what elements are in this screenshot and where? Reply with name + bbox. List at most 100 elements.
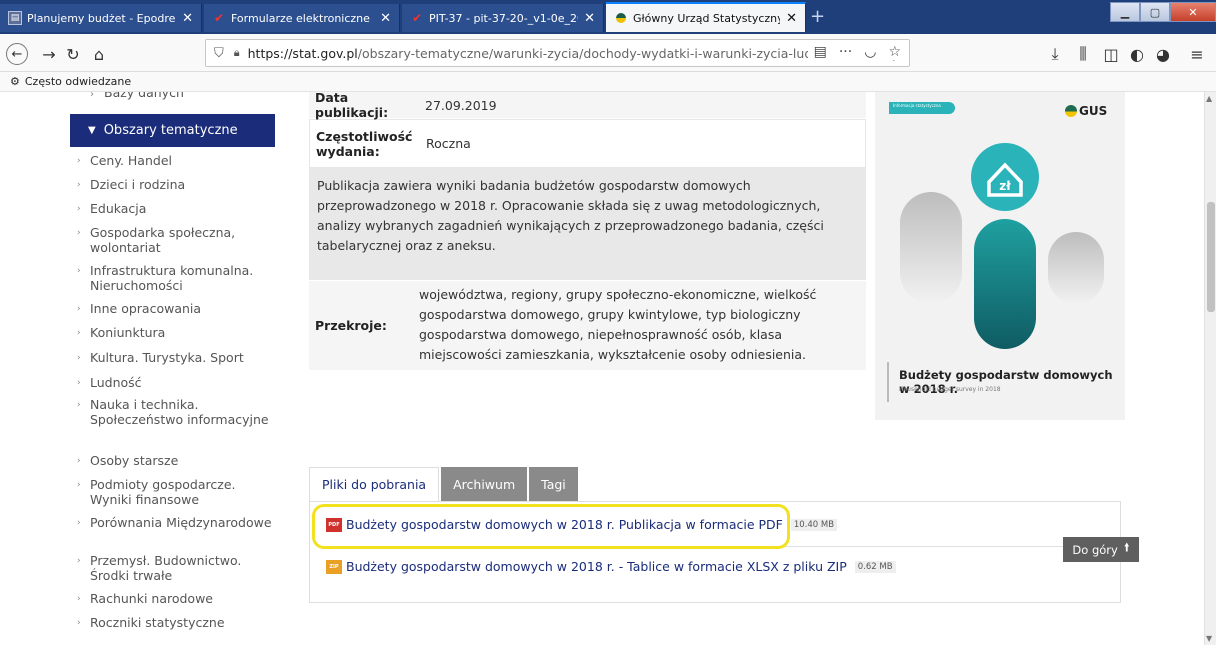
- sidebar-item-osoby-starsze[interactable]: › Osoby starsze: [70, 449, 275, 473]
- new-tab-button[interactable]: +: [810, 6, 825, 27]
- form-icon: ✔: [411, 11, 423, 25]
- bookmarks-bar: ⚙ Często odwiedzane: [0, 72, 1216, 92]
- cover-bar-gray: [900, 192, 962, 304]
- book-icon: ▤: [8, 11, 22, 25]
- sidebar-item-porownania[interactable]: › Porównania Międzynarodowe: [70, 511, 275, 549]
- publication-info-table: Data publikacji: 27.09.2019 Częstotliwoś…: [309, 92, 866, 371]
- sidebar-item-infrastruktura[interactable]: › Infrastruktura komunalna. Nieruchomości: [70, 259, 275, 297]
- chevron-right-icon: ›: [77, 594, 81, 604]
- sidebar-item-inne[interactable]: › Inne opracowania: [70, 297, 275, 321]
- browser-tab-formularze[interactable]: ✔ Formularze elektroniczne dla os ✕: [204, 4, 400, 32]
- close-icon[interactable]: ✕: [786, 11, 797, 26]
- chevron-right-icon: ›: [77, 304, 81, 314]
- maximize-button[interactable]: ▢: [1140, 2, 1170, 22]
- row-frequency: Częstotliwość wydania: Roczna: [309, 119, 866, 168]
- page-scrollbar[interactable]: ▲ ▼: [1204, 92, 1216, 645]
- close-icon[interactable]: ✕: [584, 11, 595, 26]
- sidebar-item-nauka[interactable]: › Nauka i technika. Społeczeństwo informa…: [70, 393, 275, 449]
- browser-tab-gus[interactable]: Główny Urząd Statystyczny / O ✕: [606, 2, 806, 32]
- sidebar-item-gospodarka[interactable]: › Gospodarka społeczna, wolontariat: [70, 221, 275, 259]
- tab-label: Główny Urząd Statystyczny / O: [633, 11, 781, 25]
- zip-file-icon: ZIP: [326, 559, 342, 574]
- chevron-right-icon: ›: [77, 518, 81, 528]
- sidebar-item-ludnosc[interactable]: › Ludność: [70, 371, 275, 393]
- sidebar-item-koniunktura[interactable]: › Koniunktura: [70, 321, 275, 346]
- tab-label: Formularze elektroniczne dla os: [231, 11, 374, 25]
- download-icon[interactable]: ⤓: [1044, 43, 1066, 65]
- sidebar-item-podmioty[interactable]: › Podmioty gospodarcze. Wyniki finansowe: [70, 473, 275, 511]
- cover-edge-line: [887, 362, 889, 402]
- sidebar-icon[interactable]: ◫: [1100, 43, 1122, 65]
- file-size-badge: 0.62 MB: [854, 560, 896, 573]
- sidebar-item-kultura[interactable]: › Kultura. Turystyka. Sport: [70, 346, 275, 371]
- annotation-highlight: [312, 504, 790, 549]
- sidebar-item-bazy-danych[interactable]: › Bazy danych: [90, 92, 184, 100]
- bookmark-often-visited[interactable]: Często odwiedzane: [25, 75, 131, 88]
- extension-2-icon[interactable]: ◕: [1152, 43, 1174, 65]
- browser-tab-pit37[interactable]: ✔ PIT-37 - pit-37-20-_v1-0e_2014. ✕: [402, 4, 604, 32]
- sidebar-item-ceny-handel[interactable]: › Ceny. Handel: [70, 149, 275, 173]
- bookmark-star-icon[interactable]: ☆: [888, 44, 901, 60]
- chevron-right-icon: ›: [77, 480, 81, 490]
- frequency-value: Roczna: [426, 136, 471, 151]
- tab-tagi[interactable]: Tagi: [529, 467, 578, 501]
- chevron-right-icon: ›: [77, 328, 81, 338]
- pocket-icon[interactable]: ◡: [864, 44, 876, 60]
- page-viewport: › Bazy danych ▼ Obszary tematyczne › Ceny.…: [0, 92, 1216, 645]
- date-value: 27.09.2019: [425, 97, 497, 113]
- form-icon: ✔: [213, 11, 225, 25]
- row-description: Publikacja zawiera wyniki badania budżet…: [309, 168, 866, 281]
- close-icon[interactable]: ✕: [182, 11, 193, 26]
- arrow-up-icon: 🠙: [1123, 540, 1130, 554]
- lock-icon: 🔒︎: [233, 46, 240, 59]
- download-link-zip[interactable]: ZIP Budżety gospodarstw domowych w 2018 …: [326, 559, 896, 574]
- url-bar[interactable]: ⛉ 🔒︎ https://stat.gov.pl /obszary-tematy…: [205, 39, 910, 67]
- publication-cover-image[interactable]: Informacja statystyczna GUS zł Budżety g…: [875, 92, 1125, 420]
- chevron-down-icon: ▼: [88, 125, 96, 136]
- sidebar-item-rachunki[interactable]: › Rachunki narodowe: [70, 587, 275, 611]
- sidebar-item-edukacja[interactable]: › Edukacja: [70, 197, 275, 221]
- library-icon[interactable]: ⫼: [1072, 43, 1094, 65]
- tab-pliki-do-pobrania[interactable]: Pliki do pobrania: [309, 467, 440, 501]
- reload-icon[interactable]: ↻: [62, 43, 84, 65]
- chevron-right-icon: ›: [77, 353, 81, 363]
- gear-icon: ⚙: [10, 75, 20, 88]
- house-label: zł: [999, 179, 1011, 193]
- sidebar-item-dzieci[interactable]: › Dzieci i rodzina: [70, 173, 275, 197]
- menu-icon[interactable]: ≡: [1186, 43, 1208, 65]
- browser-nav-bar: ← → ↻ ⌂ ⛉ 🔒︎ https://stat.gov.pl /obszar…: [0, 34, 1216, 72]
- sidebar-item-roczniki[interactable]: › Roczniki statystyczne: [70, 611, 275, 635]
- close-icon[interactable]: ✕: [380, 11, 391, 26]
- more-actions-icon[interactable]: ···: [839, 44, 852, 60]
- house-icon-circle: [971, 143, 1039, 211]
- chevron-right-icon: ›: [90, 92, 94, 100]
- przekroje-value: województwa, regiony, grupy społeczno-ek…: [419, 287, 817, 362]
- chevron-right-icon: ›: [77, 556, 81, 566]
- chevron-right-icon: ›: [77, 180, 81, 190]
- scroll-thumb[interactable]: [1207, 202, 1215, 312]
- back-arrow-icon[interactable]: ←: [6, 43, 28, 65]
- scroll-up-icon[interactable]: ▲: [1206, 94, 1212, 103]
- download-label[interactable]: Budżety gospodarstw domowych w 2018 r. -…: [346, 559, 847, 574]
- window-close-button[interactable]: ✕: [1170, 2, 1216, 22]
- reader-view-icon[interactable]: ▤: [814, 44, 827, 60]
- sidebar-item-obszary-tematyczne[interactable]: ▼ Obszary tematyczne: [70, 114, 275, 147]
- sidebar-item-przemysl[interactable]: › Przemysł. Budownictwo. Środki trwałe: [70, 549, 275, 587]
- tab-label: Planujemy budżet - Epodreczni: [27, 11, 176, 25]
- forward-arrow-icon[interactable]: →: [38, 43, 60, 65]
- browser-tab-epodreczniki[interactable]: ▤ Planujemy budżet - Epodreczni ✕: [0, 4, 202, 32]
- url-host: https://stat.gov.pl: [247, 45, 358, 61]
- chevron-right-icon: ›: [77, 378, 81, 388]
- scroll-down-icon[interactable]: ▼: [1206, 634, 1212, 643]
- cover-bar-gray-small: [1048, 232, 1104, 304]
- home-icon[interactable]: ⌂: [88, 43, 110, 65]
- tab-archiwum[interactable]: Archiwum: [441, 467, 528, 501]
- tab-label: PIT-37 - pit-37-20-_v1-0e_2014.: [429, 11, 578, 25]
- chevron-right-icon: ›: [77, 228, 81, 238]
- minimize-button[interactable]: ▁: [1110, 2, 1140, 22]
- url-actions: ▤ ··· ◡ ☆: [807, 44, 901, 60]
- extension-icon[interactable]: ◐: [1126, 43, 1148, 65]
- back-to-top-button[interactable]: Do góry 🠙: [1063, 537, 1139, 562]
- description-text: Publikacja zawiera wyniki badania budżet…: [317, 178, 824, 253]
- przekroje-label: Przekroje:: [315, 318, 387, 333]
